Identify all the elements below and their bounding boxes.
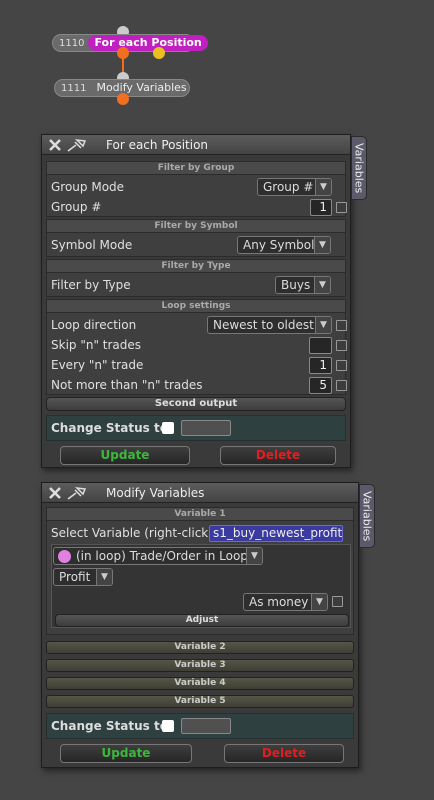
close-icon[interactable]	[48, 138, 62, 152]
delete-button[interactable]: Delete	[224, 744, 344, 763]
loop-direction-dropdown[interactable]: Newest to oldest ▼	[207, 316, 332, 334]
trade-loop-icon	[58, 549, 71, 563]
every-trade-checkbox[interactable]	[336, 360, 347, 371]
skip-trades-checkbox[interactable]	[336, 340, 347, 351]
dropdown-arrow-icon: ▼	[246, 548, 262, 564]
max-trades-input[interactable]: 5	[309, 377, 332, 394]
section-header: Loop settings	[47, 300, 345, 313]
every-trade-label: Every "n" trade	[51, 358, 144, 372]
select-variable-label: Select Variable (right-click)	[51, 526, 213, 540]
node-label: For each Position	[88, 35, 208, 51]
close-icon[interactable]	[48, 486, 62, 500]
node-id: 1110	[59, 37, 85, 49]
second-output-pin[interactable]	[153, 47, 165, 59]
selected-variable-field[interactable]: s1_buy_newest_profit	[209, 525, 343, 542]
field-dropdown[interactable]: Profit ▼	[53, 568, 113, 586]
loop-direction-checkbox[interactable]	[336, 320, 347, 331]
group-number-label: Group #	[51, 200, 102, 214]
dropdown-arrow-icon: ▼	[314, 237, 330, 253]
section-header: Filter by Type	[47, 260, 345, 273]
panel-title: Modify Variables	[106, 485, 205, 500]
section-header: Filter by Symbol	[47, 220, 345, 233]
pin-icon[interactable]	[66, 137, 88, 153]
update-button[interactable]: Update	[60, 446, 190, 465]
loop-settings-section: Loop settings Loop direction Newest to o…	[46, 299, 347, 395]
filter-by-symbol-section: Filter by Symbol Symbol Mode Any Symbol ▼	[46, 219, 346, 257]
variable-3-header[interactable]: Variable 3	[46, 659, 354, 672]
change-status-checkbox[interactable]	[162, 720, 174, 732]
max-trades-label: Not more than "n" trades	[51, 378, 203, 392]
variables-side-tab[interactable]: Variables	[351, 136, 367, 200]
skip-trades-input[interactable]	[309, 337, 332, 354]
symbol-mode-dropdown[interactable]: Any Symbol ▼	[237, 236, 331, 254]
filter-by-group-section: Filter by Group Group Mode Group # ▼ Grou…	[46, 161, 347, 217]
variable-2-header[interactable]: Variable 2	[46, 641, 354, 654]
filter-type-label: Filter by Type	[51, 278, 131, 292]
node-id: 1111	[61, 82, 87, 94]
change-status-label: Change Status to	[51, 719, 168, 733]
pin-icon[interactable]	[66, 485, 88, 501]
group-mode-dropdown[interactable]: Group # ▼	[257, 178, 332, 196]
group-number-checkbox[interactable]	[336, 202, 347, 213]
skip-trades-label: Skip "n" trades	[51, 338, 142, 352]
group-number-input[interactable]: 1	[310, 199, 332, 216]
format-dropdown[interactable]: As money ▼	[243, 593, 328, 611]
second-output-header[interactable]: Second output	[46, 397, 346, 411]
variables-side-tab[interactable]: Variables	[359, 484, 375, 548]
variable-5-header[interactable]: Variable 5	[46, 695, 354, 708]
for-each-position-panel: For each Position Filter by Group Group …	[41, 134, 351, 468]
dropdown-arrow-icon: ▼	[314, 277, 330, 293]
status-color-field[interactable]	[181, 718, 231, 734]
filter-type-dropdown[interactable]: Buys ▼	[275, 276, 331, 294]
variable-source-dropdown[interactable]: (in loop) Trade/Order in Loop ▼	[53, 547, 263, 565]
dropdown-arrow-icon: ▼	[96, 569, 112, 585]
max-trades-checkbox[interactable]	[336, 380, 347, 391]
format-checkbox[interactable]	[332, 596, 343, 607]
change-status-checkbox[interactable]	[162, 422, 174, 434]
section-header: Variable 1	[47, 508, 353, 521]
variable-1-section: Variable 1 Select Variable (right-click)…	[46, 507, 354, 635]
variable-4-header[interactable]: Variable 4	[46, 677, 354, 690]
loop-direction-label: Loop direction	[51, 318, 137, 332]
every-trade-input[interactable]: 1	[309, 357, 332, 374]
delete-button[interactable]: Delete	[220, 446, 336, 465]
panel-titlebar[interactable]: For each Position	[42, 135, 350, 155]
status-color-field[interactable]	[181, 420, 231, 436]
panel-title: For each Position	[106, 137, 209, 152]
filter-by-type-section: Filter by Type Filter by Type Buys ▼	[46, 259, 346, 297]
section-header: Filter by Group	[47, 162, 345, 175]
output-pin[interactable]	[117, 93, 129, 105]
panel-titlebar[interactable]: Modify Variables	[42, 483, 358, 503]
update-button[interactable]: Update	[60, 744, 192, 763]
dropdown-arrow-icon: ▼	[315, 179, 331, 195]
symbol-mode-label: Symbol Mode	[51, 238, 133, 252]
node-label: Modify Variables	[96, 81, 187, 94]
dropdown-arrow-icon: ▼	[311, 594, 327, 610]
adjust-button[interactable]: Adjust	[55, 614, 349, 627]
group-mode-label: Group Mode	[51, 180, 125, 194]
modify-variables-panel: Modify Variables Variable 1 Select Varia…	[41, 482, 359, 768]
dropdown-arrow-icon: ▼	[315, 317, 331, 333]
change-status-label: Change Status to	[51, 421, 168, 435]
